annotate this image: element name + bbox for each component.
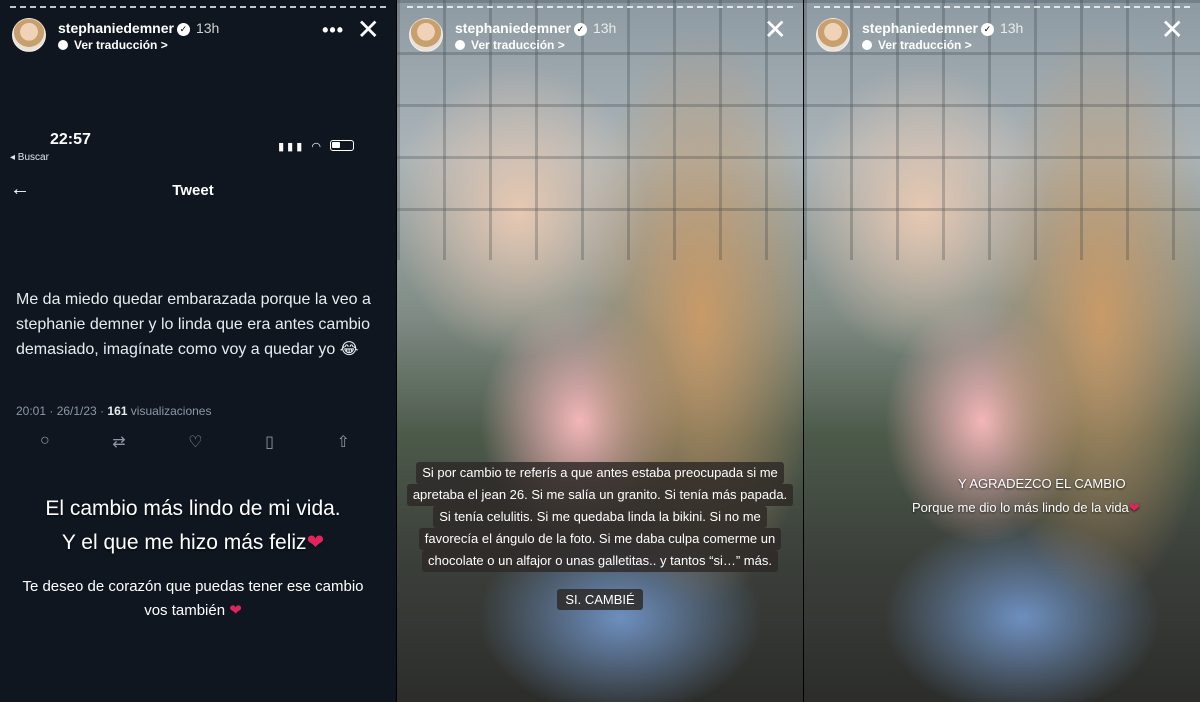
globe-icon [58, 40, 68, 50]
story-panel-tweet: stephaniedemner ✓ 13h Ver traducción > •••… [0, 0, 396, 702]
close-icon[interactable]: ✕ [357, 16, 380, 44]
tweet-header: Tweet [172, 182, 214, 199]
story-caption-secondary: Te deseo de corazón que puedas tener ese… [22, 578, 364, 619]
translate-link[interactable]: Ver traducción > [455, 38, 565, 52]
avatar[interactable] [12, 18, 46, 52]
story-progress-bar [814, 6, 1190, 8]
story-caption: Y AGRADEZCO EL CAMBIO Porque me dio lo m… [912, 472, 1200, 520]
retweet-icon: ⇄ [112, 434, 126, 451]
username[interactable]: stephaniedemner ✓ 13h [58, 20, 219, 36]
battery-icon [330, 140, 354, 151]
translate-link[interactable]: Ver traducción > [58, 38, 168, 52]
share-icon: ⇧ [336, 434, 350, 451]
post-time: 13h [195, 20, 220, 36]
avatar[interactable] [816, 18, 850, 52]
story-text-line: favorecía el ángulo de la foto. Si me da… [418, 528, 782, 550]
verified-icon: ✓ [573, 23, 587, 36]
like-icon: ♡ [188, 434, 203, 451]
heart-icon: ❤ [1128, 500, 1140, 515]
more-options-icon[interactable]: ••• [322, 20, 344, 41]
si-cambie-label: SI. CAMBIÉ [397, 589, 803, 610]
heart-icon: ❤ [229, 602, 242, 619]
translate-link[interactable]: Ver traducción > [862, 38, 972, 52]
story-text-line: apretaba el jean 26. Si me salía un gran… [406, 484, 794, 506]
story-text-block: Si por cambio te referís a que antes est… [397, 462, 803, 572]
caption-line-1: Y AGRADEZCO EL CAMBIO [958, 476, 1126, 491]
story-text-line: chocolate o un alfajor o unas galletitas… [422, 550, 778, 572]
story-progress-bar [407, 6, 793, 8]
back-to-search: ◂ Buscar [10, 152, 49, 163]
phone-status-icons: ▮▮▮ ◠ [278, 140, 354, 153]
bookmark-icon: ▯ [265, 434, 274, 451]
story-text-line: Si por cambio te referís a que antes est… [416, 462, 784, 484]
story-progress-bar [10, 6, 386, 8]
story-caption-main: El cambio más lindo de mi vida. Y el que… [45, 497, 341, 554]
story-panel-photo-1: stephaniedemner ✓ 13h Ver traducción > ✕ S… [397, 0, 803, 702]
reply-icon: ○ [40, 432, 50, 449]
username[interactable]: stephaniedemner ✓ 13h [862, 20, 1023, 36]
post-time: 13h [999, 20, 1024, 36]
username[interactable]: stephaniedemner ✓ 13h [455, 20, 616, 36]
verified-icon: ✓ [980, 23, 994, 36]
verified-icon: ✓ [176, 23, 190, 36]
post-time: 13h [592, 20, 617, 36]
story-panel-photo-2: stephaniedemner ✓ 13h Ver traducción > ✕ Y… [804, 0, 1200, 702]
globe-icon [862, 40, 872, 50]
tweet-text: Me da miedo quedar embarazada porque la … [16, 291, 371, 358]
caption-line-2: Porque me dio lo más lindo de la vida [912, 500, 1129, 515]
close-icon[interactable]: ✕ [1161, 16, 1184, 44]
phone-clock: 22:57 [50, 131, 91, 148]
avatar[interactable] [409, 18, 443, 52]
story-header: stephaniedemner ✓ 13h Ver traducción > ✕ [816, 16, 1190, 56]
globe-icon [455, 40, 465, 50]
story-text-line: Si tenía celulitis. Si me quedaba linda … [433, 506, 767, 528]
tweet-actions: ○ ⇄ ♡ ▯ ⇧ [40, 432, 350, 452]
tweet-meta: 20:01 · 26/1/23 · 161 visualizaciones [16, 404, 212, 418]
story-header: stephaniedemner ✓ 13h Ver traducción > •••… [12, 16, 386, 56]
story-header: stephaniedemner ✓ 13h Ver traducción > ✕ [409, 16, 793, 56]
heart-icon: ❤ [306, 531, 325, 554]
close-icon[interactable]: ✕ [764, 16, 787, 44]
